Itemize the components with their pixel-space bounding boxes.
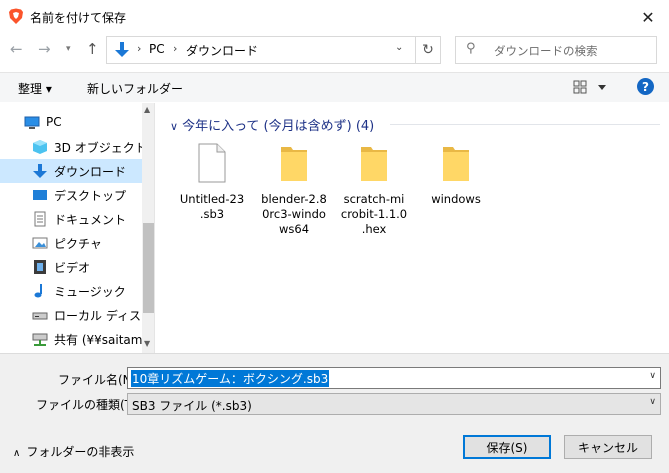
filetype-value: SB3 ファイル (*.sb3) (132, 399, 252, 413)
search-icon: ⚲ (466, 41, 476, 56)
hide-folders-label: フォルダーの非表示 (26, 445, 135, 459)
help-icon: ? (642, 79, 649, 94)
download-icon (33, 164, 47, 178)
address-bar[interactable]: › PC › ダウンロード ⌄ ↻ (106, 36, 441, 64)
scroll-up-icon[interactable]: ▲ (144, 105, 150, 114)
breadcrumb-separator-icon[interactable]: › (137, 42, 141, 55)
save-button[interactable]: 保存(S) (463, 435, 551, 459)
sidebar-item-label: ダウンロード (54, 165, 127, 179)
sidebar-item-desktop[interactable]: デスクトップ (0, 183, 142, 207)
breadcrumb-separator-icon[interactable]: › (173, 42, 177, 55)
sidebar-item-label: 3D オブジェクト (54, 141, 147, 155)
filetype-label: ファイルの種類(T): (36, 398, 141, 412)
filetype-select[interactable]: SB3 ファイル (*.sb3) ∨ (127, 393, 661, 415)
file-list-view: ∨ 今年に入って (今月は含めず) (4) Untitled-23 .sb3 bl… (156, 103, 669, 353)
pictures-icon (32, 237, 48, 249)
sidebar-item-label: デスクトップ (54, 189, 127, 203)
search-box[interactable]: ⚲ ダウンロードの検索 (455, 36, 657, 64)
recent-locations-chevron-icon[interactable]: ▾ (66, 44, 71, 54)
sidebar-item-videos[interactable]: ビデオ (0, 255, 142, 279)
sidebar-item-3d-objects[interactable]: 3D オブジェクト (0, 135, 147, 159)
navigation-pane: PC 3D オブジェクト ダウンロード デスクトップ ドキュメント ピクチャ ビ… (0, 103, 155, 353)
sidebar-item-network-share[interactable]: 共有 (¥¥saitama_ (0, 327, 154, 351)
title-bar: 名前を付けて保存 ✕ (0, 0, 669, 34)
forward-arrow-icon[interactable]: → (38, 40, 51, 58)
refresh-button[interactable]: ↻ (415, 37, 440, 63)
file-name-line: crobit-1.1.0 (340, 207, 408, 221)
folder-item[interactable]: blender-2.8 0rc3-windo ws64 (254, 143, 334, 237)
close-button[interactable]: ✕ (630, 2, 666, 32)
folder-item[interactable]: scratch-mi crobit-1.1.0 .hex (334, 143, 414, 237)
desktop-icon (33, 190, 47, 200)
chevron-down-icon[interactable]: ∨ (649, 371, 656, 381)
command-toolbar: 整理 ▾ 新しいフォルダー ? (0, 72, 669, 102)
sidebar-item-label: ローカル ディスク (C (54, 309, 154, 323)
group-divider (390, 124, 660, 125)
hide-folders-toggle[interactable]: ∧ フォルダーの非表示 (13, 443, 134, 460)
breadcrumb-downloads[interactable]: ダウンロード (186, 42, 258, 59)
help-button[interactable]: ? (637, 78, 654, 95)
filename-input[interactable]: 10章リズムゲーム：ボクシング.sb3 ∨ (127, 367, 661, 389)
documents-icon (34, 211, 46, 227)
brave-browser-icon (9, 8, 23, 24)
file-name-line: windows (431, 192, 481, 206)
sidebar-item-label: ドキュメント (54, 213, 127, 227)
sidebar-item-label: ミュージック (54, 285, 126, 299)
file-name-line: 0rc3-windo (262, 207, 326, 221)
sidebar-item-pictures[interactable]: ピクチャ (0, 231, 142, 255)
up-arrow-icon[interactable]: ↑ (86, 40, 99, 58)
network-drive-icon (32, 333, 48, 346)
file-name-line: scratch-mi (343, 192, 405, 206)
cancel-button[interactable]: キャンセル (564, 435, 652, 459)
file-name-line: blender-2.8 (261, 192, 327, 206)
sidebar-item-label: ピクチャ (54, 237, 102, 251)
folder-icon (443, 147, 469, 181)
window-title: 名前を付けて保存 (30, 11, 127, 25)
sidebar-item-music[interactable]: ミュージック (0, 279, 142, 303)
local-disk-icon (32, 312, 48, 320)
pc-icon (24, 116, 40, 129)
sidebar-item-local-disk[interactable]: ローカル ディスク (C (0, 303, 154, 327)
sidebar-scrollbar[interactable]: ▲ ▼ (142, 103, 154, 353)
group-header[interactable]: ∨ 今年に入って (今月は含めず) (4) (170, 115, 374, 134)
folder-icon (361, 147, 387, 181)
close-icon: ✕ (641, 7, 655, 27)
sidebar-item-pc[interactable]: PC (0, 111, 142, 135)
back-arrow-icon[interactable]: ← (10, 40, 23, 58)
refresh-icon: ↻ (422, 42, 434, 58)
sidebar-item-documents[interactable]: ドキュメント (0, 207, 142, 231)
file-name-line: Untitled-23 (179, 192, 245, 206)
chevron-down-icon: ∨ (170, 120, 179, 133)
scrollbar-thumb[interactable] (143, 223, 154, 313)
chevron-down-icon[interactable]: ∨ (649, 397, 656, 407)
save-options-panel: ファイル名(N): 10章リズムゲーム：ボクシング.sb3 ∨ ファイルの種類(… (0, 353, 669, 473)
folder-icon (281, 147, 307, 181)
sidebar-item-downloads[interactable]: ダウンロード (0, 159, 142, 183)
search-input[interactable]: ダウンロードの検索 (494, 43, 598, 59)
chevron-up-icon: ∧ (13, 448, 21, 459)
sidebar-item-label: ビデオ (54, 261, 91, 275)
sidebar-item-label: PC (46, 115, 62, 129)
address-dropdown-icon[interactable]: ⌄ (395, 42, 403, 53)
file-name-line: ws64 (278, 222, 310, 236)
document-file-icon (198, 143, 226, 183)
sidebar-item-label: 共有 (¥¥saitama_ (54, 333, 155, 347)
new-folder-button[interactable]: 新しいフォルダー (87, 80, 183, 97)
folder-item[interactable]: windows (416, 143, 496, 207)
organize-button[interactable]: 整理 ▾ (18, 80, 52, 97)
scroll-down-icon[interactable]: ▼ (144, 339, 150, 348)
music-icon (34, 284, 42, 298)
group-header-label: 今年に入って (今月は含めず) (4) (182, 119, 375, 134)
breadcrumb-pc[interactable]: PC (149, 42, 165, 56)
video-icon (34, 260, 46, 274)
file-item[interactable]: Untitled-23 .sb3 (172, 143, 252, 222)
download-folder-icon (115, 42, 129, 57)
filename-value[interactable]: 10章リズムゲーム：ボクシング.sb3 (131, 370, 330, 387)
change-view-button[interactable] (573, 79, 613, 98)
file-name-line: .hex (361, 222, 387, 236)
view-options-icon (573, 80, 606, 94)
file-name-line: .sb3 (199, 207, 225, 221)
3d-objects-icon (33, 140, 47, 154)
